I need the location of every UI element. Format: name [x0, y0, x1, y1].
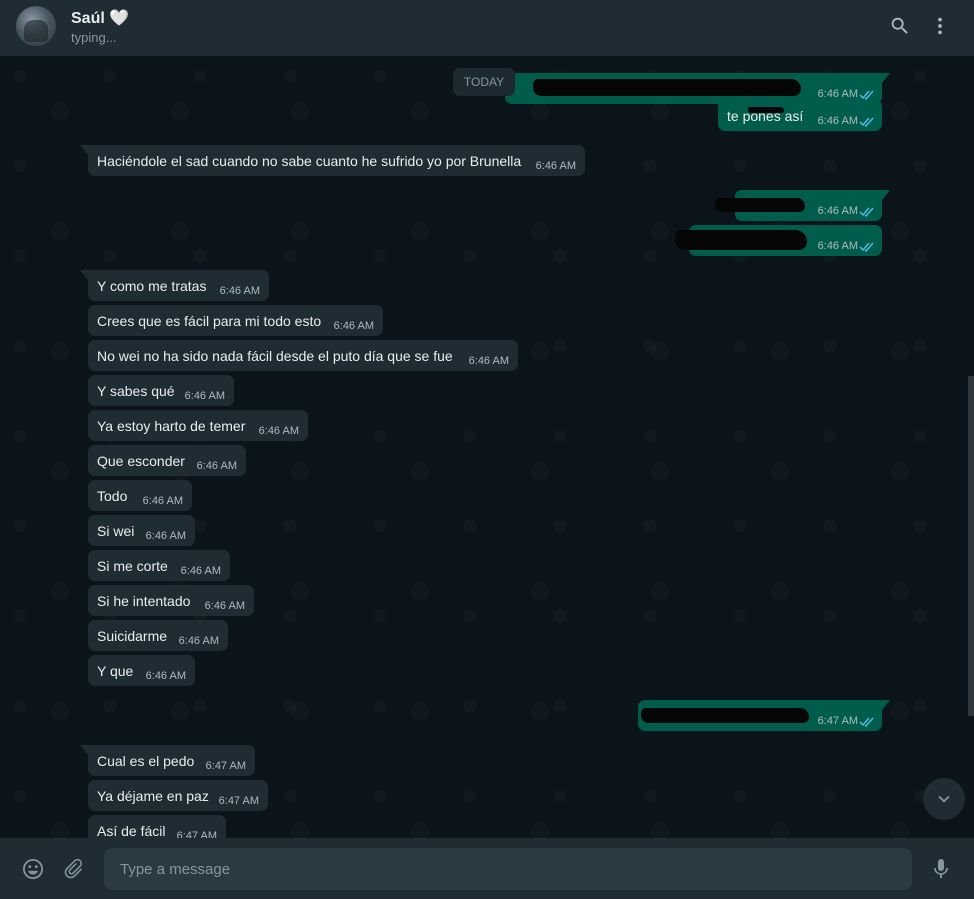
- message-incoming[interactable]: Si he intentado 6:46 AM: [88, 585, 254, 616]
- scrollbar[interactable]: [968, 376, 974, 716]
- message-time: 6:46 AM: [817, 88, 858, 100]
- message-incoming[interactable]: Que esconder 6:46 AM: [88, 445, 246, 476]
- double-check-icon: [859, 90, 874, 100]
- message-incoming[interactable]: Si me corte 6:46 AM: [88, 550, 230, 581]
- paperclip-icon: [64, 858, 83, 879]
- message-time: 6:46 AM: [180, 565, 221, 577]
- redaction-mark: [675, 230, 807, 250]
- message-incoming[interactable]: Ya estoy harto de temer 6:46 AM: [88, 410, 308, 441]
- chat-panel[interactable]: 6:46 AM TODAY te pones así 6:46 AM Hacié…: [0, 56, 974, 838]
- attach-button[interactable]: [61, 856, 87, 882]
- message-incoming[interactable]: Si wei 6:46 AM: [88, 515, 195, 546]
- message-incoming[interactable]: Haciéndole el sad cuando no sabe cuanto …: [80, 145, 585, 176]
- search-icon: [891, 17, 908, 34]
- message-incoming[interactable]: Así de fácil 6:47 AM: [88, 815, 226, 838]
- message-text: Suicidarme: [97, 628, 168, 644]
- message-time: 6:46 AM: [817, 115, 858, 127]
- message-text: No wei no ha sido nada fácil desde el pu…: [97, 348, 453, 364]
- double-check-icon: [859, 207, 874, 217]
- emoji-button[interactable]: [20, 856, 46, 882]
- message-incoming[interactable]: Todo 6:46 AM: [88, 480, 192, 511]
- message-text: Y como me tratas: [97, 278, 207, 294]
- message-time: 6:46 AM: [219, 285, 260, 297]
- message-time: 6:46 AM: [535, 160, 576, 172]
- message-input[interactable]: [104, 848, 912, 890]
- microphone-icon: [934, 859, 948, 878]
- message-incoming[interactable]: Cual es el pedo 6:47 AM: [80, 745, 255, 776]
- message-time: 6:47 AM: [218, 795, 259, 807]
- message-time: 6:47 AM: [205, 760, 246, 772]
- contact-status: typing...: [71, 30, 117, 45]
- message-time: 6:46 AM: [145, 670, 186, 682]
- message-time: 6:46 AM: [468, 355, 509, 367]
- message-time: 6:46 AM: [817, 240, 858, 252]
- redaction-mark: [715, 198, 805, 212]
- microphone-button[interactable]: [928, 856, 954, 882]
- message-incoming[interactable]: Suicidarme 6:46 AM: [88, 620, 228, 651]
- message-time: 6:46 AM: [204, 600, 245, 612]
- message-outgoing[interactable]: 6:46 AM: [675, 225, 882, 256]
- double-check-icon: [859, 242, 874, 252]
- message-time: 6:46 AM: [258, 425, 299, 437]
- compose-bar: [0, 838, 974, 899]
- menu-button[interactable]: [928, 14, 952, 38]
- message-text: Si wei: [97, 523, 135, 539]
- contact-name[interactable]: Saúl 🤍: [71, 8, 129, 28]
- message-incoming[interactable]: Ya déjame en paz 6:47 AM: [88, 780, 268, 811]
- message-incoming[interactable]: Y que 6:46 AM: [88, 655, 195, 686]
- message-text: Y sabes qué: [97, 383, 175, 399]
- message-text: Si he intentado: [97, 593, 191, 609]
- redaction-mark: [641, 708, 809, 723]
- message-time: 6:46 AM: [817, 205, 858, 217]
- message-time: 6:47 AM: [817, 715, 858, 727]
- message-incoming[interactable]: No wei no ha sido nada fácil desde el pu…: [88, 340, 518, 371]
- message-outgoing[interactable]: te pones así 6:46 AM: [718, 100, 882, 131]
- message-time: 6:46 AM: [196, 460, 237, 472]
- contact-avatar[interactable]: [16, 6, 56, 46]
- kebab-menu-icon: [938, 17, 942, 35]
- message-outgoing[interactable]: 6:46 AM: [715, 190, 890, 221]
- chat-header: Saúl 🤍 typing...: [0, 0, 974, 56]
- message-incoming[interactable]: Y como me tratas 6:46 AM: [80, 270, 269, 301]
- message-text: Crees que es fácil para mi todo esto: [97, 313, 322, 329]
- message-time: 6:46 AM: [145, 530, 186, 542]
- message-time: 6:46 AM: [184, 390, 225, 402]
- message-time: 6:46 AM: [333, 320, 374, 332]
- emoji-icon: [23, 859, 43, 879]
- double-check-icon: [859, 717, 874, 727]
- double-check-icon: [859, 117, 874, 127]
- scroll-down-button[interactable]: [923, 778, 965, 820]
- message-text: Así de fácil: [97, 823, 166, 838]
- message-text: Ya estoy harto de temer: [97, 418, 246, 434]
- message-text: Cual es el pedo: [97, 753, 195, 769]
- message-text: Que esconder: [97, 453, 185, 469]
- message-time: 6:46 AM: [142, 495, 183, 507]
- message-incoming[interactable]: Crees que es fácil para mi todo esto 6:4…: [88, 305, 383, 336]
- message-incoming[interactable]: Y sabes qué 6:46 AM: [88, 375, 234, 406]
- date-chip: TODAY: [453, 68, 515, 96]
- message-outgoing[interactable]: 6:47 AM: [638, 700, 890, 731]
- redaction-mark: [533, 79, 801, 96]
- message-text: Si me corte: [97, 558, 168, 574]
- message-text: Y que: [97, 663, 134, 679]
- message-time: 6:46 AM: [178, 635, 219, 647]
- message-text: Ya déjame en paz: [97, 788, 209, 804]
- message-time: 6:47 AM: [176, 830, 217, 838]
- redaction-mark: [748, 107, 784, 113]
- search-button[interactable]: [888, 14, 912, 38]
- message-text: Todo: [97, 488, 128, 504]
- chevron-down-icon: [938, 795, 950, 803]
- message-text: Haciéndole el sad cuando no sabe cuanto …: [97, 153, 522, 169]
